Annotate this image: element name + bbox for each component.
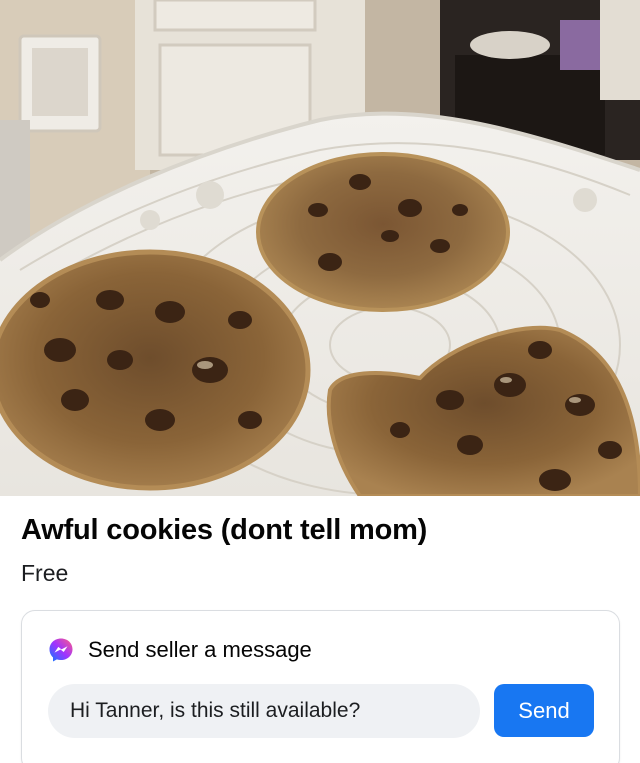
- listing-price: Free: [21, 560, 69, 586]
- cookies-on-plate-image: [0, 0, 640, 496]
- listing-photo[interactable]: [0, 0, 640, 496]
- send-button[interactable]: Send: [494, 684, 594, 737]
- message-input[interactable]: [48, 684, 480, 738]
- send-message-header: Send seller a message: [48, 637, 312, 663]
- listing-title: Awful cookies (dont tell mom): [21, 514, 428, 546]
- messenger-icon: [49, 638, 73, 662]
- send-message-heading: Send seller a message: [88, 637, 312, 662]
- marketplace-listing: Awful cookies (dont tell mom) Free Send …: [0, 0, 640, 763]
- send-message-card: Send seller a message Send: [21, 610, 620, 763]
